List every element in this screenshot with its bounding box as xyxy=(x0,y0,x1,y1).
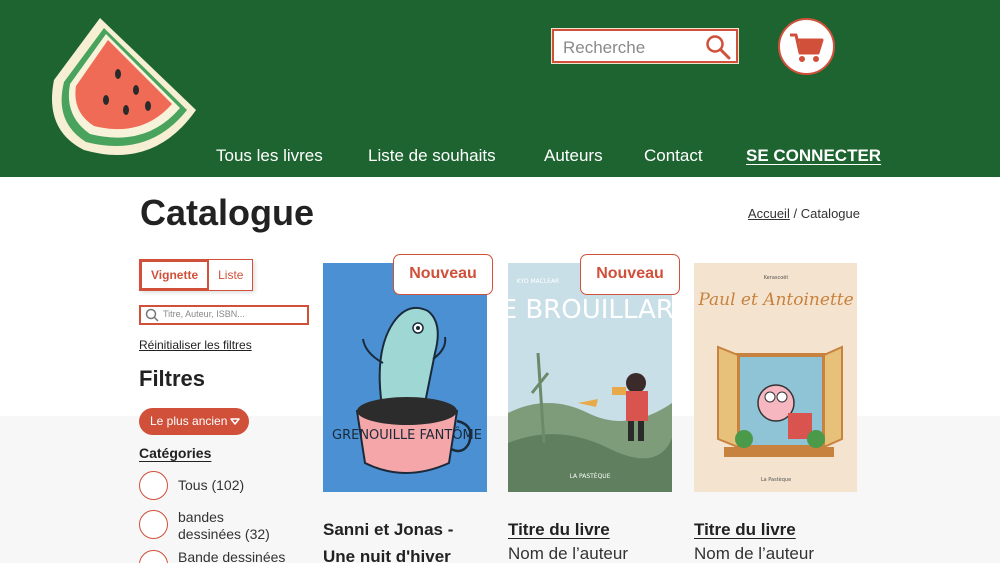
view-list-button[interactable]: Liste xyxy=(209,260,252,290)
book-cover-illustration: GRENOUILLE FANTÔME xyxy=(332,307,482,474)
category-label: Bande dessinées xyxy=(178,549,286,563)
filters-title: Filtres xyxy=(139,366,206,391)
book-cover-illustration: LE BROUILLARD KYO MACLEAR LA PASTÈQUE xyxy=(508,263,672,492)
book-cover-title: LE BROUILLARD xyxy=(508,295,672,325)
book-cover-title: GRENOUILLE FANTÔME xyxy=(332,427,482,443)
book-cover-illustration: Paul et Antoinette Kerascoët La Pastèque xyxy=(694,263,857,492)
new-badge: Nouveau xyxy=(393,254,493,295)
reset-filters-link[interactable]: Réinitialiser les filtres xyxy=(139,338,252,352)
category-radio-bd[interactable] xyxy=(139,510,168,539)
filter-search-placeholder: Titre, Auteur, ISBN... xyxy=(163,309,245,319)
new-badge: Nouveau xyxy=(580,254,680,295)
book-cover-author: Kerascoët xyxy=(764,275,789,281)
book-cover-publisher: LA PASTÈQUE xyxy=(569,472,610,480)
book-cover[interactable]: LE BROUILLARD KYO MACLEAR LA PASTÈQUE xyxy=(508,263,672,492)
nav-all-books[interactable]: Tous les livres xyxy=(216,146,323,166)
book-cover[interactable]: GRENOUILLE FANTÔME xyxy=(323,263,487,492)
breadcrumb: Accueil / Catalogue xyxy=(748,206,860,221)
watermelon-logo-icon[interactable] xyxy=(44,10,204,170)
sort-label: Le plus ancien xyxy=(150,414,228,428)
nav-contact[interactable]: Contact xyxy=(644,146,703,166)
view-grid-button[interactable]: Vignette xyxy=(140,260,210,290)
breadcrumb-home[interactable]: Accueil xyxy=(748,206,790,221)
book-cover[interactable]: Paul et Antoinette Kerascoët La Pastèque xyxy=(694,263,857,492)
breadcrumb-current: Catalogue xyxy=(800,206,860,221)
book-title[interactable]: Titre du livre xyxy=(694,516,796,543)
cart-icon xyxy=(790,33,824,62)
nav-authors[interactable]: Auteurs xyxy=(544,146,603,166)
category-radio-all[interactable] xyxy=(139,471,168,500)
book-author[interactable]: Nom de l’auteur xyxy=(508,544,628,563)
search-icon[interactable] xyxy=(704,33,732,61)
breadcrumb-separator: / xyxy=(793,206,798,221)
nav-wishlist[interactable]: Liste de souhaits xyxy=(368,146,496,166)
book-cover-author: KYO MACLEAR xyxy=(517,278,559,285)
search-input[interactable]: Recherche xyxy=(552,29,738,63)
search-placeholder: Recherche xyxy=(563,38,646,57)
cart-button[interactable] xyxy=(778,18,835,75)
category-label: Tous (102) xyxy=(178,477,245,493)
book-title[interactable]: Sanni et Jonas - Une nuit d'hiver xyxy=(323,516,483,563)
book-title[interactable]: Titre du livre xyxy=(508,516,610,543)
sort-dropdown[interactable]: Le plus ancien xyxy=(139,408,249,435)
filter-search-input[interactable]: Titre, Auteur, ISBN... xyxy=(139,305,309,325)
chevron-down-icon xyxy=(230,418,240,425)
search-icon xyxy=(145,308,159,322)
page-title: Catalogue xyxy=(140,192,315,233)
view-toggle: Vignette Liste xyxy=(139,259,254,291)
site-header: Recherche Tous les livres Liste de souha… xyxy=(0,0,1000,177)
category-label: bandes dessinées (32) xyxy=(178,509,270,542)
book-cover-title: Paul et Antoinette xyxy=(697,290,853,310)
book-cover-publisher: La Pastèque xyxy=(761,476,791,483)
book-author[interactable]: Nom de l’auteur xyxy=(694,544,814,563)
categories-title: Catégories xyxy=(139,445,212,461)
login-link[interactable]: SE CONNECTER xyxy=(746,146,881,166)
